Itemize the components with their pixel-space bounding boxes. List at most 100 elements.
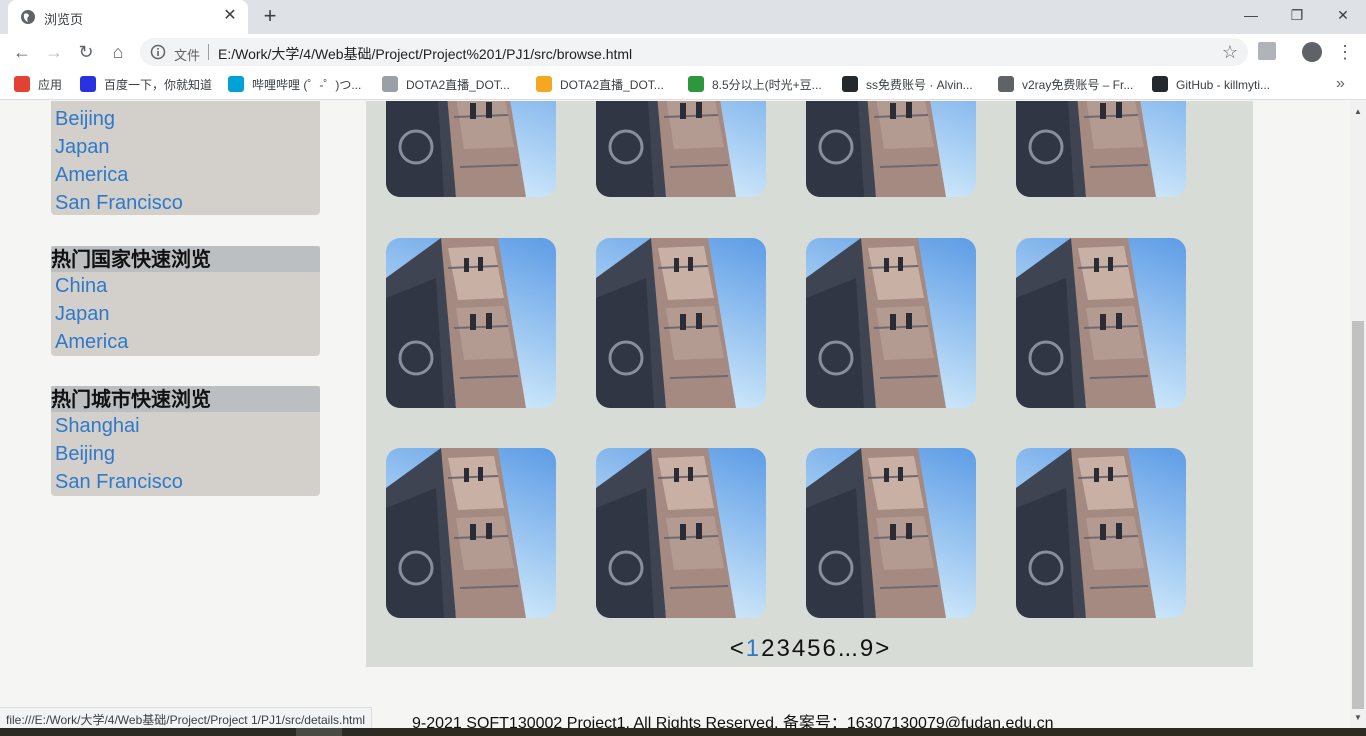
gallery-thumbnail[interactable]: [596, 101, 766, 197]
bookmark-label: DOTA2直播_DOT...: [560, 78, 664, 92]
bookmark-label: ss免费账号 · Alvin...: [866, 78, 973, 92]
next-page-button[interactable]: >: [875, 635, 889, 662]
bookmarks-bar: 应用 百度一下，你就知道 哔哩哔哩 (゜-゜)つ... DOTA2直播_DOT... D…: [0, 70, 1366, 100]
page-number-link[interactable]: 9: [860, 635, 873, 662]
page-number-link[interactable]: 1: [746, 635, 759, 662]
bookmark-item[interactable]: 8.5分以上(时光+豆...: [688, 76, 822, 94]
pagination: <123456...9>: [366, 635, 1253, 663]
sidebar-box-partial: Beijing Japan America San Francisco: [51, 101, 320, 215]
window-close-button[interactable]: ✕: [1320, 0, 1366, 30]
sidebar-link[interactable]: San Francisco: [51, 189, 320, 217]
bookmark-item[interactable]: DOTA2直播_DOT...: [536, 76, 664, 94]
bookmark-label: 哔哩哔哩 (゜-゜)つ...: [252, 78, 362, 92]
tower-cathedral-photo: [1016, 238, 1186, 408]
gallery-thumbnail[interactable]: [1016, 101, 1186, 197]
bookmark-item[interactable]: 哔哩哔哩 (゜-゜)つ...: [228, 76, 361, 94]
info-icon[interactable]: [150, 44, 166, 60]
prev-page-button[interactable]: <: [730, 635, 744, 662]
bookmark-item[interactable]: DOTA2直播_DOT...: [382, 76, 510, 94]
tower-cathedral-photo: [806, 448, 976, 618]
forward-button[interactable]: →: [42, 40, 66, 64]
reload-button[interactable]: ↻: [74, 40, 98, 64]
gallery-thumbnail[interactable]: [806, 101, 976, 197]
bookmark-item[interactable]: GitHub - killmyti...: [1152, 76, 1270, 94]
page-number-link[interactable]: 5: [807, 635, 820, 662]
gallery-thumbnail[interactable]: [806, 448, 976, 618]
sidebar-link[interactable]: America: [51, 161, 320, 189]
sidebar-link[interactable]: San Francisco: [51, 468, 320, 496]
hot-countries-list: China Japan America: [51, 272, 320, 356]
gallery-thumbnail[interactable]: [1016, 238, 1186, 408]
bookmark-label: DOTA2直播_DOT...: [406, 78, 510, 92]
page-number-link[interactable]: 4: [792, 635, 805, 662]
bookmark-star-icon[interactable]: ☆: [1222, 42, 1238, 63]
bookmark-label: 百度一下，你就知道: [104, 78, 213, 92]
gallery-thumbnail[interactable]: [386, 101, 556, 197]
gallery-thumbnail[interactable]: [1016, 448, 1186, 618]
bookmark-item[interactable]: 应用: [14, 76, 62, 94]
sidebar-link[interactable]: Beijing: [51, 105, 320, 133]
tab-strip: 浏览页 ✕ + — ❐ ✕: [0, 0, 1366, 34]
bookmark-item[interactable]: ss免费账号 · Alvin...: [842, 76, 973, 94]
page-number-link[interactable]: 3: [776, 635, 789, 662]
gallery-thumbnail[interactable]: [386, 238, 556, 408]
tower-cathedral-photo: [386, 238, 556, 408]
vertical-scrollbar[interactable]: ▲ ▼: [1350, 101, 1366, 728]
sidebar-link[interactable]: Japan: [51, 300, 320, 328]
page-number-link[interactable]: 6: [823, 635, 836, 662]
sidebar-link[interactable]: Beijing: [51, 440, 320, 468]
gallery-thumbnail[interactable]: [386, 448, 556, 618]
browser-menu-icon[interactable]: ⋮: [1336, 40, 1354, 64]
tower-cathedral-photo: [596, 238, 766, 408]
scheme-label: 文件: [174, 48, 201, 63]
scroll-up-arrow-icon[interactable]: ▲: [1354, 107, 1362, 116]
baidu-paw-icon: [80, 76, 96, 92]
sidebar-link[interactable]: Japan: [51, 133, 320, 161]
sidebar-link[interactable]: China: [51, 272, 320, 300]
active-tab[interactable]: 浏览页 ✕: [8, 0, 248, 34]
new-tab-button[interactable]: +: [258, 5, 282, 29]
tower-cathedral-photo: [386, 101, 556, 197]
sidebar-link[interactable]: Shanghai: [51, 412, 320, 440]
pdf-extension-icon[interactable]: [1258, 42, 1276, 60]
github-icon: [842, 76, 858, 92]
taskbar-item[interactable]: [296, 728, 342, 736]
tab-close-icon[interactable]: ✕: [220, 6, 240, 26]
gallery-thumbnail[interactable]: [596, 448, 766, 618]
bookmarks-overflow-icon[interactable]: »: [1336, 75, 1345, 93]
gallery-thumbnail[interactable]: [806, 238, 976, 408]
image-gallery: [366, 101, 1253, 667]
tab-title: 浏览页: [44, 12, 84, 27]
hot-cities-list: Shanghai Beijing San Francisco: [51, 412, 320, 496]
hot-cities-title: 热门城市快速浏览: [51, 386, 320, 412]
page-viewport: Beijing Japan America San Francisco 热门国家快速浏…: [0, 101, 1350, 728]
sidebar-link[interactable]: America: [51, 328, 320, 356]
tower-cathedral-photo: [1016, 101, 1186, 197]
tower-cathedral-photo: [596, 448, 766, 618]
url-text[interactable]: E:/Work/大学/4/Web基础/Project/Project%201/P…: [218, 44, 632, 64]
scroll-down-arrow-icon[interactable]: ▼: [1354, 713, 1362, 722]
scrollbar-thumb[interactable]: [1352, 321, 1364, 709]
bookmark-label: GitHub - killmyti...: [1176, 78, 1271, 92]
home-button[interactable]: ⌂: [106, 40, 130, 64]
gallery-thumbnail[interactable]: [596, 238, 766, 408]
profile-avatar-icon[interactable]: [1302, 42, 1322, 62]
browser-toolbar: ← → ↻ ⌂ 文件 E:/Work/大学/4/Web基础/Project/Pr…: [0, 34, 1366, 70]
bookmark-item[interactable]: 百度一下，你就知道: [80, 76, 212, 94]
bookmark-item[interactable]: v2ray免费账号 – Fr...: [998, 76, 1133, 94]
back-button[interactable]: ←: [10, 40, 34, 64]
minimize-button[interactable]: —: [1228, 0, 1274, 30]
status-bar-url: file:///E:/Work/大学/4/Web基础/Project/Proje…: [0, 707, 372, 728]
hot-countries-box: 热门国家快速浏览 China Japan America: [51, 246, 320, 356]
page-number-link[interactable]: 2: [761, 635, 774, 662]
tower-cathedral-photo: [806, 101, 976, 197]
globe-icon: [21, 10, 35, 24]
douban-icon: [688, 76, 704, 92]
address-bar[interactable]: 文件 E:/Work/大学/4/Web基础/Project/Project%20…: [140, 38, 1248, 66]
github-icon: [1152, 76, 1168, 92]
address-divider: [208, 44, 209, 60]
restore-button[interactable]: ❐: [1274, 0, 1320, 30]
globe-icon: [998, 76, 1014, 92]
tower-cathedral-photo: [806, 238, 976, 408]
page-ellipsis[interactable]: ...: [838, 635, 858, 662]
